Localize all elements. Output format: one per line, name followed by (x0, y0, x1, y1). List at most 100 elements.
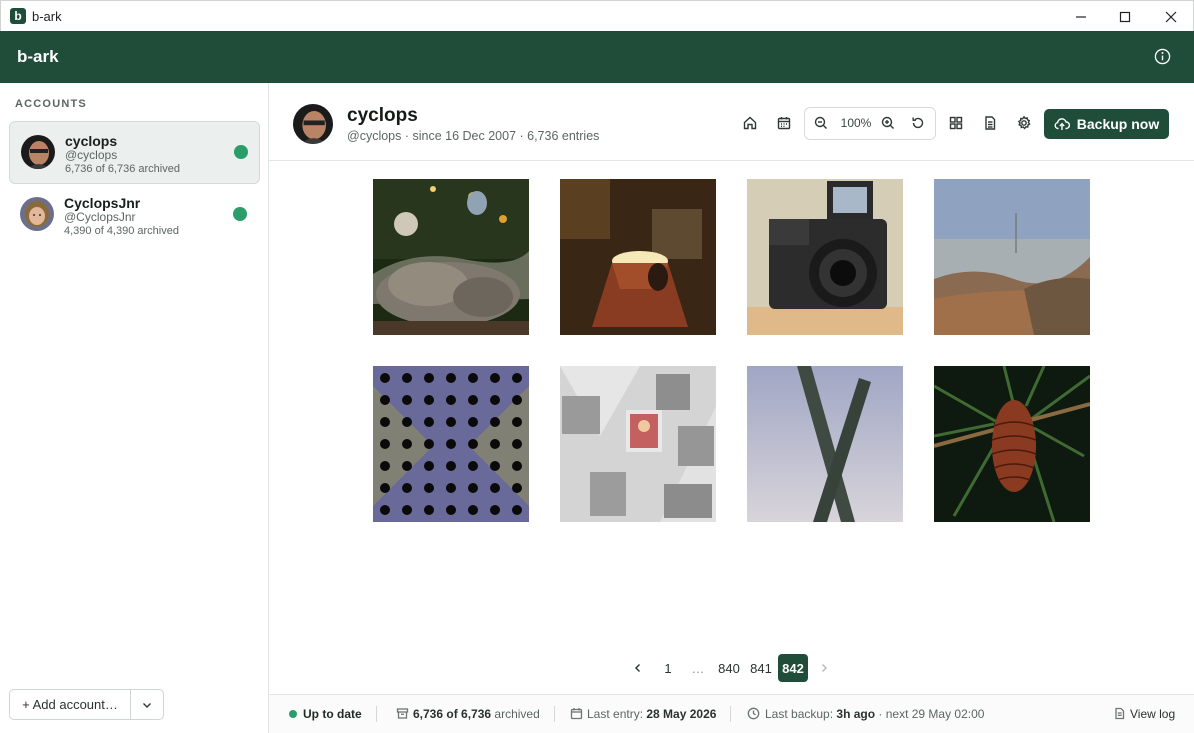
chevron-left-icon (635, 664, 640, 672)
gear-icon (1017, 115, 1031, 130)
last-entry-status: Last entry: 28 May 2026 (587, 707, 716, 721)
last-backup-value: 3h ago (836, 707, 876, 721)
grid-view-button[interactable] (946, 113, 966, 133)
lamp-photo (560, 179, 716, 335)
cloud-upload-icon (1054, 118, 1070, 130)
app-icon: b (10, 8, 26, 24)
zoom-level: 100% (840, 116, 872, 130)
photo-tile-pine-cone[interactable] (934, 366, 1090, 522)
zoom-out-icon (814, 116, 827, 129)
archived-label: archived (491, 707, 540, 721)
grid-icon (949, 116, 963, 130)
photo-tile-lamp[interactable] (560, 179, 716, 335)
info-icon[interactable] (1154, 48, 1171, 65)
profile-meta: @cyclops · since 16 Dec 2007 · 6,736 ent… (347, 129, 600, 143)
last-backup-label: Last backup: (765, 707, 837, 721)
document-icon (985, 116, 996, 130)
pager-ellipsis: … (691, 660, 705, 676)
calendar-icon (777, 117, 791, 130)
zoom-in-icon (881, 116, 894, 129)
settings-button[interactable] (1014, 113, 1034, 133)
profile-header: cyclops @cyclops · since 16 Dec 2007 · 6… (269, 83, 1194, 161)
account-archived-count: 6,736 of 6,736 archived (65, 163, 180, 175)
hills-photo (934, 179, 1090, 335)
account-name: cyclops (65, 133, 118, 149)
perforated-metal-photo (373, 366, 529, 522)
avatar (20, 197, 54, 231)
chevron-right-icon (822, 664, 827, 672)
window-title: b-ark (32, 8, 62, 24)
reset-zoom-button[interactable] (908, 113, 928, 133)
status-bar: Up to date 6,736 of 6,736 archived Last … (269, 694, 1194, 733)
account-item-cyclopsjnr[interactable]: CyclopsJnr @CyclopsJnr 4,390 of 4,390 ar… (9, 184, 260, 247)
sync-status: Up to date (303, 707, 362, 721)
pager-prev-button[interactable] (628, 654, 648, 682)
cat-photo (373, 179, 529, 335)
add-account-button[interactable]: + Add account… (10, 690, 131, 719)
account-handle: @CyclopsJnr (64, 210, 136, 224)
last-backup-status: Last backup: 3h ago · next 29 May 02:00 (765, 707, 984, 721)
photo-tile-camera[interactable] (747, 179, 903, 335)
list-view-button[interactable] (980, 113, 1000, 133)
add-account-menu-button[interactable] (131, 690, 163, 719)
profile-name: cyclops (347, 105, 418, 126)
home-icon (743, 116, 757, 130)
reset-icon (912, 117, 924, 129)
avatar (21, 135, 55, 169)
pager-next-button[interactable] (814, 654, 834, 682)
close-window-button[interactable] (1148, 1, 1194, 32)
stamps-photo (560, 366, 716, 522)
pager-page[interactable]: 840 (714, 654, 744, 682)
clock-icon (747, 707, 760, 720)
divider (730, 706, 731, 722)
photo-tile-cat[interactable] (373, 179, 529, 335)
minimize-button[interactable] (1058, 1, 1104, 32)
divider (554, 706, 555, 722)
camera-photo (747, 179, 903, 335)
photo-tile-stamps[interactable] (560, 366, 716, 522)
photo-tile-perforated-metal[interactable] (373, 366, 529, 522)
minimize-icon (1076, 15, 1086, 18)
backup-now-button[interactable]: Backup now (1044, 109, 1169, 139)
maximize-button[interactable] (1102, 1, 1148, 32)
pager-page-first[interactable]: 1 (658, 654, 678, 682)
status-dot (233, 207, 247, 221)
chevron-down-icon (143, 702, 151, 708)
profile-avatar (293, 104, 333, 144)
view-log-link[interactable]: View log (1130, 707, 1175, 721)
last-entry-label: Last entry: (587, 707, 647, 721)
maximize-icon (1119, 11, 1131, 22)
window-titlebar: b b-ark (0, 0, 1194, 31)
next-backup: · next 29 May 02:00 (875, 707, 985, 721)
calendar-button[interactable] (774, 113, 794, 133)
divider (376, 706, 377, 722)
backup-now-label: Backup now (1076, 116, 1160, 132)
accounts-heading: ACCOUNTS (15, 98, 87, 110)
account-handle: @cyclops (65, 148, 118, 162)
home-button[interactable] (740, 113, 760, 133)
photo-tile-frost-x[interactable] (747, 366, 903, 522)
zoom-control: 100% (804, 107, 936, 140)
pager-page-current[interactable]: 842 (778, 654, 808, 682)
account-item-cyclops[interactable]: cyclops @cyclops 6,736 of 6,736 archived (9, 121, 260, 184)
pine-cone-photo (934, 366, 1090, 522)
pager-page[interactable]: 841 (746, 654, 776, 682)
archived-count: 6,736 of 6,736 (413, 707, 492, 721)
app-header: b-ark (0, 31, 1194, 83)
log-icon (1113, 707, 1126, 720)
sidebar: ACCOUNTS cyclops @cyclops 6,736 of 6,736… (0, 83, 269, 733)
archive-icon (396, 707, 409, 720)
status-dot (289, 710, 297, 718)
zoom-out-button[interactable] (811, 113, 831, 133)
account-archived-count: 4,390 of 4,390 archived (64, 225, 179, 237)
calendar-icon (570, 707, 583, 720)
app-brand: b-ark (17, 47, 59, 66)
add-account-control: + Add account… (9, 689, 164, 720)
archived-status: 6,736 of 6,736 archived (413, 707, 540, 721)
close-icon (1165, 11, 1177, 22)
frost-x-photo (747, 366, 903, 522)
photo-tile-hills[interactable] (934, 179, 1090, 335)
account-name: CyclopsJnr (64, 195, 141, 211)
zoom-in-button[interactable] (878, 113, 898, 133)
status-dot (234, 145, 248, 159)
